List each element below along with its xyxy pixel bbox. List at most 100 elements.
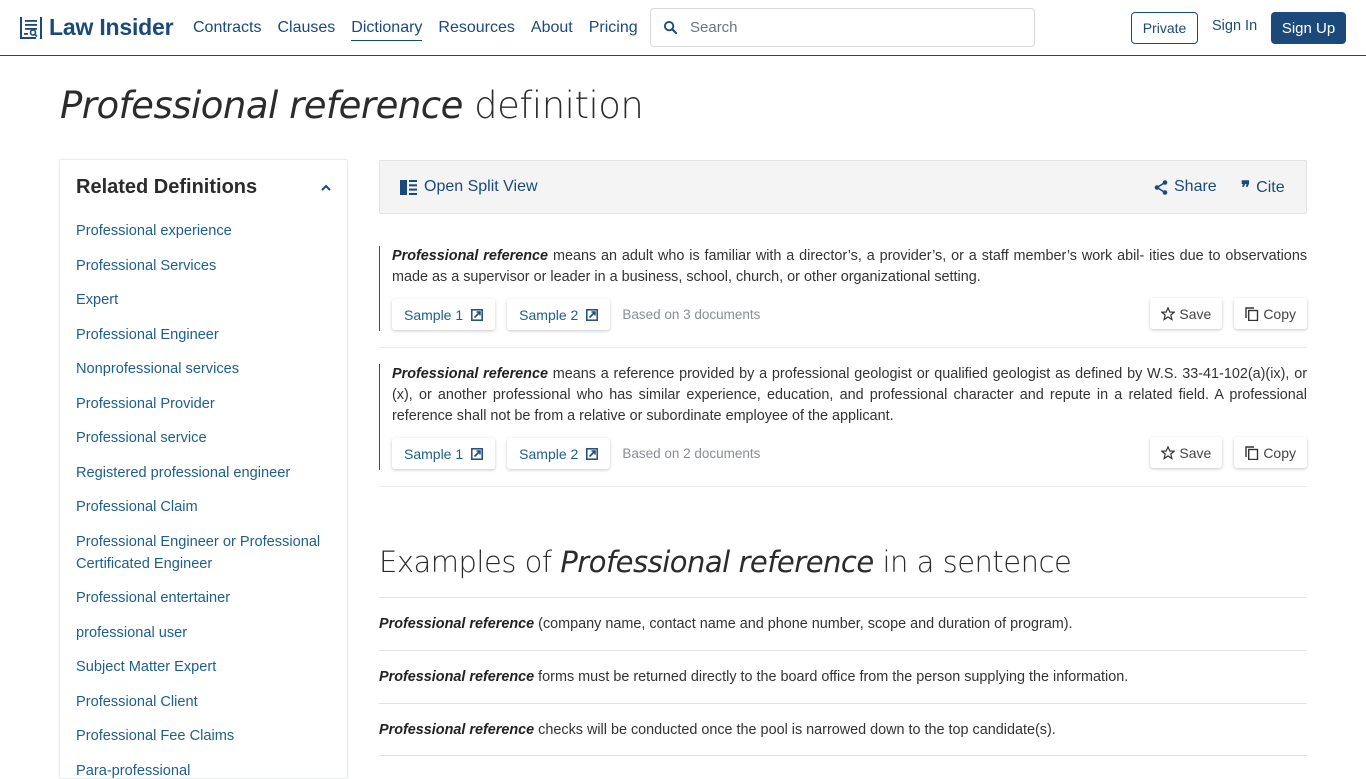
sample-1-link[interactable]: Sample 1 [392,299,495,330]
copy-button[interactable]: Copy [1234,437,1307,468]
save-button[interactable]: Save [1150,298,1222,329]
copy-icon [1245,446,1259,460]
related-definition-link[interactable]: Professional entertainer [76,590,230,606]
examples-heading-prefix: Examples of [379,545,552,579]
example-text: (company name, contact name and phone nu… [538,616,1072,632]
star-icon [1161,446,1175,460]
definition-right-actions: Save Copy [1138,437,1307,468]
sample-2-link[interactable]: Sample 2 [507,438,610,469]
list-item: Nonprofessional services [76,358,334,380]
related-definitions-title: Related Definitions [76,176,257,199]
nav-clauses[interactable]: Clauses [277,19,335,41]
definition-card: Professional reference means a reference… [379,364,1307,487]
sample-label: Sample 2 [519,307,578,323]
document-count: Based on 2 documents [622,446,760,461]
list-item: Expert [76,289,334,311]
definition-body: Professional reference means a reference… [379,364,1307,470]
chevron-up-icon[interactable] [320,182,332,194]
example-text: forms must be returned directly to the b… [538,669,1128,685]
list-item: Professional Services [76,255,334,277]
top-navbar: Law Insider Contracts Clauses Dictionary… [0,0,1366,56]
list-item: Professional Engineer [76,324,334,346]
page-title-suffix: definition [474,84,643,127]
related-definition-link[interactable]: Expert [76,292,118,308]
search-box [650,8,1035,47]
share-button[interactable]: Share [1154,178,1217,196]
sign-in-link[interactable]: Sign In [1212,18,1257,34]
sample-label: Sample 2 [519,446,578,462]
sample-2-link[interactable]: Sample 2 [507,299,610,330]
examples-heading-term: Professional reference [560,545,873,579]
list-item: Subject Matter Expert [76,656,334,678]
cite-label: Cite [1256,179,1284,197]
nav-pricing[interactable]: Pricing [589,19,638,41]
open-split-view-button[interactable]: Open Split View [400,178,538,196]
examples-list: Professional reference(company name, con… [379,597,1307,756]
external-link-icon [586,448,598,460]
open-split-view-label: Open Split View [424,178,538,196]
related-definition-link[interactable]: Professional Claim [76,499,198,515]
related-definition-link[interactable]: Professional Engineer [76,327,219,343]
cite-button[interactable]: ❞ Cite [1241,178,1285,198]
related-definition-link[interactable]: professional user [76,625,187,641]
sample-label: Sample 1 [404,307,463,323]
list-item: Professional service [76,427,334,449]
related-definition-link[interactable]: Professional Provider [76,396,215,412]
share-label: Share [1174,178,1217,196]
page-title: Professional reference definition [60,84,643,127]
definition-right-actions: Save Copy [1138,298,1307,329]
copy-label: Copy [1263,306,1296,322]
copy-button[interactable]: Copy [1234,298,1307,329]
list-item: Professional entertainer [76,587,334,609]
list-item: Professional Claim [76,496,334,518]
search-input[interactable] [690,19,1010,36]
example-sentence: Professional referenceforms must be retu… [379,650,1307,703]
definition-text: Professional reference means a reference… [392,364,1307,427]
document-count: Based on 3 documents [622,307,760,322]
related-definitions-header: Related Definitions [76,176,332,199]
related-definition-link[interactable]: Nonprofessional services [76,361,239,377]
list-item: Professional Provider [76,393,334,415]
sample-1-link[interactable]: Sample 1 [392,438,495,469]
nav-dictionary[interactable]: Dictionary [351,19,422,41]
related-definition-link[interactable]: Para-professional [76,763,190,779]
example-term: Professional reference [379,616,534,632]
split-view-icon [400,180,417,195]
related-definition-link[interactable]: Professional experience [76,223,232,239]
nav-contracts[interactable]: Contracts [193,19,261,41]
list-item: Para-professional [76,760,334,779]
save-button[interactable]: Save [1150,437,1222,468]
example-term: Professional reference [379,722,534,738]
examples-heading-suffix: in a sentence [882,545,1071,579]
copy-icon [1245,307,1259,321]
related-definition-link[interactable]: Professional service [76,430,207,446]
related-definition-link[interactable]: Registered professional engineer [76,465,290,481]
nav-resources[interactable]: Resources [438,19,514,41]
definition-toolbar: Open Split View Share ❞ Cite [379,160,1307,214]
quote-icon: ❞ [1241,178,1248,198]
related-definitions-list: Professional experience Professional Ser… [76,220,334,779]
external-link-icon [586,309,598,321]
related-definition-link[interactable]: Professional Engineer or Professional Ce… [76,534,320,572]
star-icon [1161,307,1175,321]
copy-label: Copy [1263,445,1296,461]
brand-name: Law Insider [49,14,173,41]
nav-about[interactable]: About [531,19,573,41]
definition-body: Professional reference means an adult wh… [379,246,1307,331]
examples-heading: Examples of Professional reference in a … [379,545,1071,579]
private-button[interactable]: Private [1131,12,1198,44]
law-insider-logo-icon [19,16,43,40]
related-definition-link[interactable]: Professional Services [76,258,216,274]
definition-actions: Sample 1 Sample 2 Based on 2 documents [392,437,1307,470]
list-item: professional user [76,622,334,644]
list-item: Professional experience [76,220,334,242]
related-definition-link[interactable]: Professional Fee Claims [76,728,234,744]
brand-logo[interactable]: Law Insider [19,14,173,41]
related-definition-link[interactable]: Professional Client [76,694,198,710]
sign-up-button[interactable]: Sign Up [1271,12,1346,44]
sample-label: Sample 1 [404,446,463,462]
definition-text: Professional reference means an adult wh… [392,246,1307,288]
example-sentence: Professional reference(company name, con… [379,597,1307,650]
list-item: Professional Fee Claims [76,725,334,747]
related-definition-link[interactable]: Subject Matter Expert [76,659,216,675]
